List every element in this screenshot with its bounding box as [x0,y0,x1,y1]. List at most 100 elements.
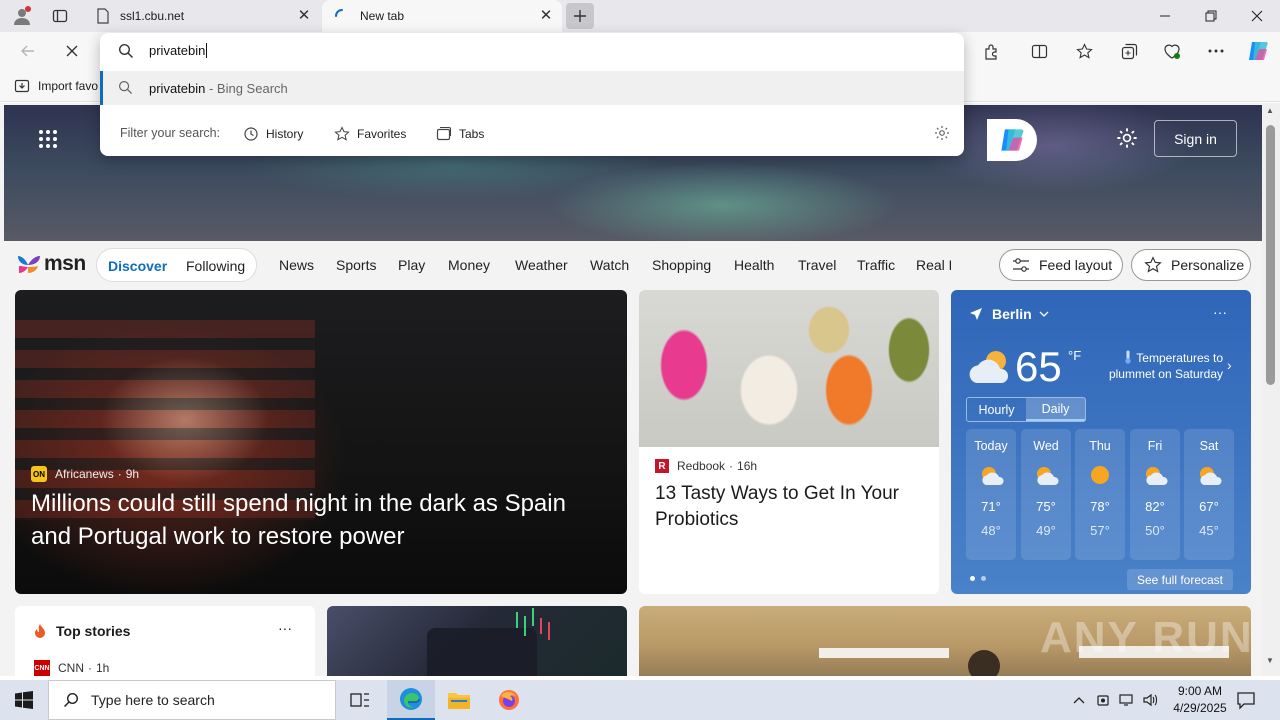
nav-news[interactable]: News [279,257,314,273]
weather-location[interactable]: Berlin [969,306,1049,322]
page-scrollbar[interactable]: ▲ ▼ [1262,103,1280,676]
extensions-icon[interactable] [977,38,1005,64]
personalize-label: Personalize [1171,257,1245,273]
main-news-card[interactable]: ON Africanews · 9h Millions could still … [15,290,627,594]
tabs-icon [436,126,452,141]
tab-actions-icon[interactable] [48,4,72,28]
browser-essentials-icon[interactable] [1158,38,1186,64]
msn-page: Sign in msn Discover Following News Spor… [0,103,1280,676]
stop-loading-button[interactable] [58,38,86,64]
tab-discover[interactable]: Discover [108,258,167,274]
import-favorites-button[interactable]: Import favo [14,78,98,94]
start-button[interactable] [0,680,48,720]
nav-money[interactable]: Money [448,257,490,273]
filter-tabs-button[interactable]: Tabs [436,123,484,145]
sign-in-button[interactable]: Sign in [1154,120,1237,157]
forecast-day[interactable]: Thu 78° 57° [1075,429,1125,560]
profile-icon[interactable] [10,4,34,28]
taskbar-edge[interactable] [387,680,435,720]
forecast-day[interactable]: Sat 67° 45° [1184,429,1234,560]
card-headline[interactable]: Millions could still spend night in the … [31,487,611,553]
tray-volume-icon[interactable] [1141,690,1161,710]
restore-button[interactable] [1188,0,1234,32]
address-bar[interactable]: privatebin [100,33,964,69]
copilot-search-button[interactable] [987,119,1037,161]
weather-card[interactable]: Berlin ··· 65 °F Temperatures to plummet… [951,290,1251,594]
filter-label: Filter your search: [120,126,221,140]
back-button[interactable] [14,38,42,64]
filter-favorites-button[interactable]: Favorites [334,123,406,145]
news-card-probiotics[interactable]: R Redbook · 16h 13 Tasty Ways to Get In … [639,290,939,594]
tab-ssl1[interactable]: ssl1.cbu.net ✕ [84,0,320,32]
notification-center-icon[interactable] [1236,690,1256,713]
forecast-toggle: Hourly Daily [966,397,1086,422]
split-screen-icon[interactable] [1025,38,1053,64]
search-suggestion[interactable]: privatebin - Bing Search [100,71,964,105]
scroll-thumb[interactable] [1266,125,1275,385]
nav-shopping[interactable]: Shopping [652,257,711,273]
taskbar-file-explorer[interactable] [435,680,483,720]
taskbar-clock[interactable]: 9:00 AM 4/29/2025 [1162,683,1238,717]
filter-history-button[interactable]: History [243,123,303,145]
close-window-button[interactable] [1234,0,1280,32]
weather-alert[interactable]: Temperatures to plummet on Saturday [1103,350,1223,382]
nav-travel[interactable]: Travel [798,257,836,273]
feed-layout-button[interactable]: Feed layout [999,249,1123,281]
day-name: Wed [1033,439,1059,453]
collections-icon[interactable] [1115,38,1143,64]
address-bar-dropdown: privatebin privatebin - Bing Search Filt… [100,33,964,156]
nav-play[interactable]: Play [398,257,425,273]
taskbar-search-box[interactable]: Type here to search [48,680,336,720]
top-stories-card[interactable]: Top stories ··· CNN CNN · 1h [15,606,315,676]
weather-more-button[interactable]: ··· [1213,304,1227,320]
msn-logo[interactable]: msn [16,252,86,276]
copilot-icon[interactable] [1243,38,1273,64]
clock-time: 9:00 AM [1177,684,1223,698]
forecast-day[interactable]: Wed 75° 49° [1021,429,1071,560]
carousel-dots[interactable] [970,576,986,581]
search-settings-gear-icon[interactable] [934,125,950,141]
scroll-up-icon[interactable]: ▲ [1266,106,1274,115]
pickle-jars-photo [639,290,939,447]
nav-real-estate[interactable]: Real E [916,257,951,273]
favorites-icon[interactable] [1070,38,1098,64]
day-name: Fri [1147,439,1163,453]
apps-grid-icon[interactable] [38,129,58,149]
news-card-markets[interactable] [327,606,627,676]
day-name: Thu [1089,439,1111,453]
nav-watch[interactable]: Watch [590,257,629,273]
location-arrow-icon [970,308,982,320]
tray-defender-icon[interactable] [1093,690,1113,710]
chevron-right-icon[interactable]: › [1227,357,1232,373]
toggle-daily[interactable]: Daily [1026,398,1085,421]
see-full-forecast-button[interactable]: See full forecast [1127,569,1233,590]
tray-overflow-chevron-icon[interactable] [1069,690,1089,710]
nav-traffic[interactable]: Traffic [857,257,895,273]
card-source: R Redbook · 16h [655,459,757,473]
minimize-button[interactable] [1142,0,1188,32]
tab-following[interactable]: Following [186,258,245,274]
toggle-hourly[interactable]: Hourly [967,398,1026,421]
task-view-button[interactable] [336,680,384,720]
edge-browser-icon [400,688,422,710]
forecast-day[interactable]: Fri 82° 50° [1130,429,1180,560]
tray-network-icon[interactable] [1117,690,1137,710]
settings-more-icon[interactable] [1202,38,1230,64]
feed-layout-label: Feed layout [1039,257,1113,273]
forecast-day[interactable]: Today 71° 48° [966,429,1016,560]
nav-weather[interactable]: Weather [515,257,568,273]
nav-sports[interactable]: Sports [336,257,376,273]
taskbar-firefox[interactable] [485,680,533,720]
tab-new-tab[interactable]: New tab ✕ [322,0,562,32]
close-tab-icon[interactable]: ✕ [296,8,312,24]
personalize-button[interactable]: Personalize [1131,249,1251,281]
top-stories-more-button[interactable]: ··· [278,620,292,636]
page-settings-gear-icon[interactable] [1116,127,1138,149]
address-input[interactable]: privatebin [149,43,208,58]
source-name: Africanews [55,467,114,481]
close-tab-icon[interactable]: ✕ [538,8,554,24]
scroll-down-icon[interactable]: ▼ [1266,656,1274,665]
card-headline[interactable]: 13 Tasty Ways to Get In Your Probiotics [655,481,925,533]
new-tab-button[interactable] [566,3,594,29]
nav-health[interactable]: Health [734,257,774,273]
